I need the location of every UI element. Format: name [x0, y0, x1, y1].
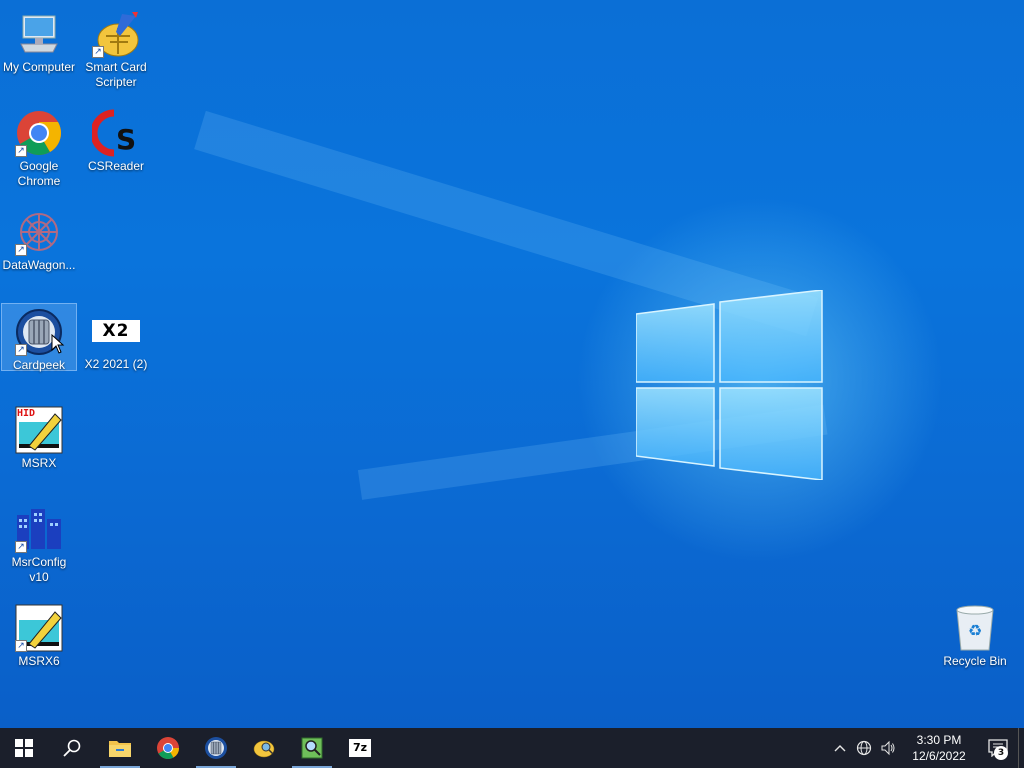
- desktop-icon-smart-card-scripter[interactable]: ↗ Smart Card Scripter: [78, 6, 154, 90]
- show-desktop-button[interactable]: [1018, 728, 1024, 768]
- desktop-icon-csreader[interactable]: S CSReader: [78, 105, 154, 174]
- mouse-cursor-icon: [51, 334, 65, 354]
- desktop-icon-label: MSRX: [21, 456, 57, 470]
- desktop-icon-label: MSRX6: [18, 654, 60, 668]
- taskbar: 7z 3:30 PM 12/6/2022 3: [0, 728, 1024, 768]
- start-button[interactable]: [0, 728, 48, 768]
- shortcut-arrow-icon: ↗: [92, 46, 104, 58]
- chrome-button[interactable]: [144, 728, 192, 768]
- globe-network-icon: [856, 740, 872, 756]
- cardpeek-button[interactable]: [192, 728, 240, 768]
- notification-count-badge: 3: [994, 746, 1008, 760]
- clock-date: 12/6/2022: [912, 749, 966, 763]
- chrome-icon: [157, 737, 179, 759]
- recycle-bin-icon: ♻: [956, 605, 994, 651]
- search-icon: [63, 739, 81, 757]
- desktop-icon-label: DataWagon...: [2, 258, 76, 272]
- svg-text:♻: ♻: [968, 621, 982, 640]
- shortcut-arrow-icon: ↗: [15, 640, 27, 652]
- desktop-icon-label: Recycle Bin: [943, 654, 1007, 668]
- desktop-icon-datawagon[interactable]: ↗ DataWagon...: [1, 204, 77, 273]
- windows-logo-wallpaper-icon: [636, 290, 823, 480]
- desktop-icon-label: X2 2021 (2): [84, 357, 148, 371]
- speaker-icon: [881, 740, 895, 756]
- shortcut-arrow-icon: ↗: [15, 344, 27, 356]
- desktop-icon-label: My Computer: [2, 60, 76, 74]
- smart-card-scripter-icon: [253, 740, 275, 758]
- image-viewer-button[interactable]: [288, 728, 336, 768]
- smart-card-scripter-button[interactable]: [240, 728, 288, 768]
- shortcut-arrow-icon: ↗: [15, 541, 27, 553]
- folder-icon: [109, 741, 131, 757]
- desktop-icon-recycle-bin[interactable]: ♻ Recycle Bin: [937, 600, 1013, 669]
- desktop-icon-msrconfig[interactable]: ↗ MsrConfig v10: [1, 501, 77, 585]
- desktop-icon-msrx[interactable]: HID MSRX: [1, 402, 77, 471]
- desktop-icon-msrx6[interactable]: ↗ MSRX6: [1, 600, 77, 669]
- desktop-icon-x2-2021[interactable]: X2 X2 2021 (2): [78, 303, 154, 372]
- svg-text:S: S: [116, 123, 136, 156]
- image-viewer-icon: [301, 737, 323, 759]
- show-hidden-icons-button[interactable]: [828, 728, 852, 768]
- csreader-icon: S: [92, 109, 136, 157]
- desktop-icon-cardpeek[interactable]: ↗ Cardpeek: [1, 303, 77, 372]
- desktop-icon-label: CSReader: [87, 159, 145, 173]
- desktop-icon-label: Smart Card Scripter: [85, 60, 147, 89]
- system-tray: 3:30 PM 12/6/2022 3: [828, 728, 1024, 768]
- x2-icon: X2: [92, 320, 140, 342]
- desktop-icon-google-chrome[interactable]: ↗ Google Chrome: [1, 105, 77, 189]
- 7zip-icon: 7z: [349, 739, 371, 757]
- volume-button[interactable]: [876, 728, 900, 768]
- computer-icon: [20, 15, 58, 53]
- windows-logo-icon: [15, 739, 33, 757]
- 7zip-button[interactable]: 7z: [336, 728, 384, 768]
- shortcut-arrow-icon: ↗: [15, 145, 27, 157]
- file-explorer-button[interactable]: [96, 728, 144, 768]
- network-button[interactable]: [852, 728, 876, 768]
- desktop-icon-label: MsrConfig v10: [11, 555, 67, 584]
- shortcut-arrow-icon: ↗: [15, 244, 27, 256]
- clock[interactable]: 3:30 PM 12/6/2022: [900, 732, 978, 764]
- desktop-icon-label: Google Chrome: [17, 159, 61, 188]
- hid-label: HID: [17, 408, 36, 419]
- clock-time: 3:30 PM: [916, 733, 962, 747]
- search-button[interactable]: [48, 728, 96, 768]
- desktop-icon-my-computer[interactable]: My Computer: [1, 6, 77, 75]
- chevron-up-icon: [834, 745, 846, 752]
- desktop-icon-label: Cardpeek: [12, 358, 66, 372]
- cardpeek-icon: [205, 737, 227, 759]
- action-center-button[interactable]: 3: [978, 728, 1018, 768]
